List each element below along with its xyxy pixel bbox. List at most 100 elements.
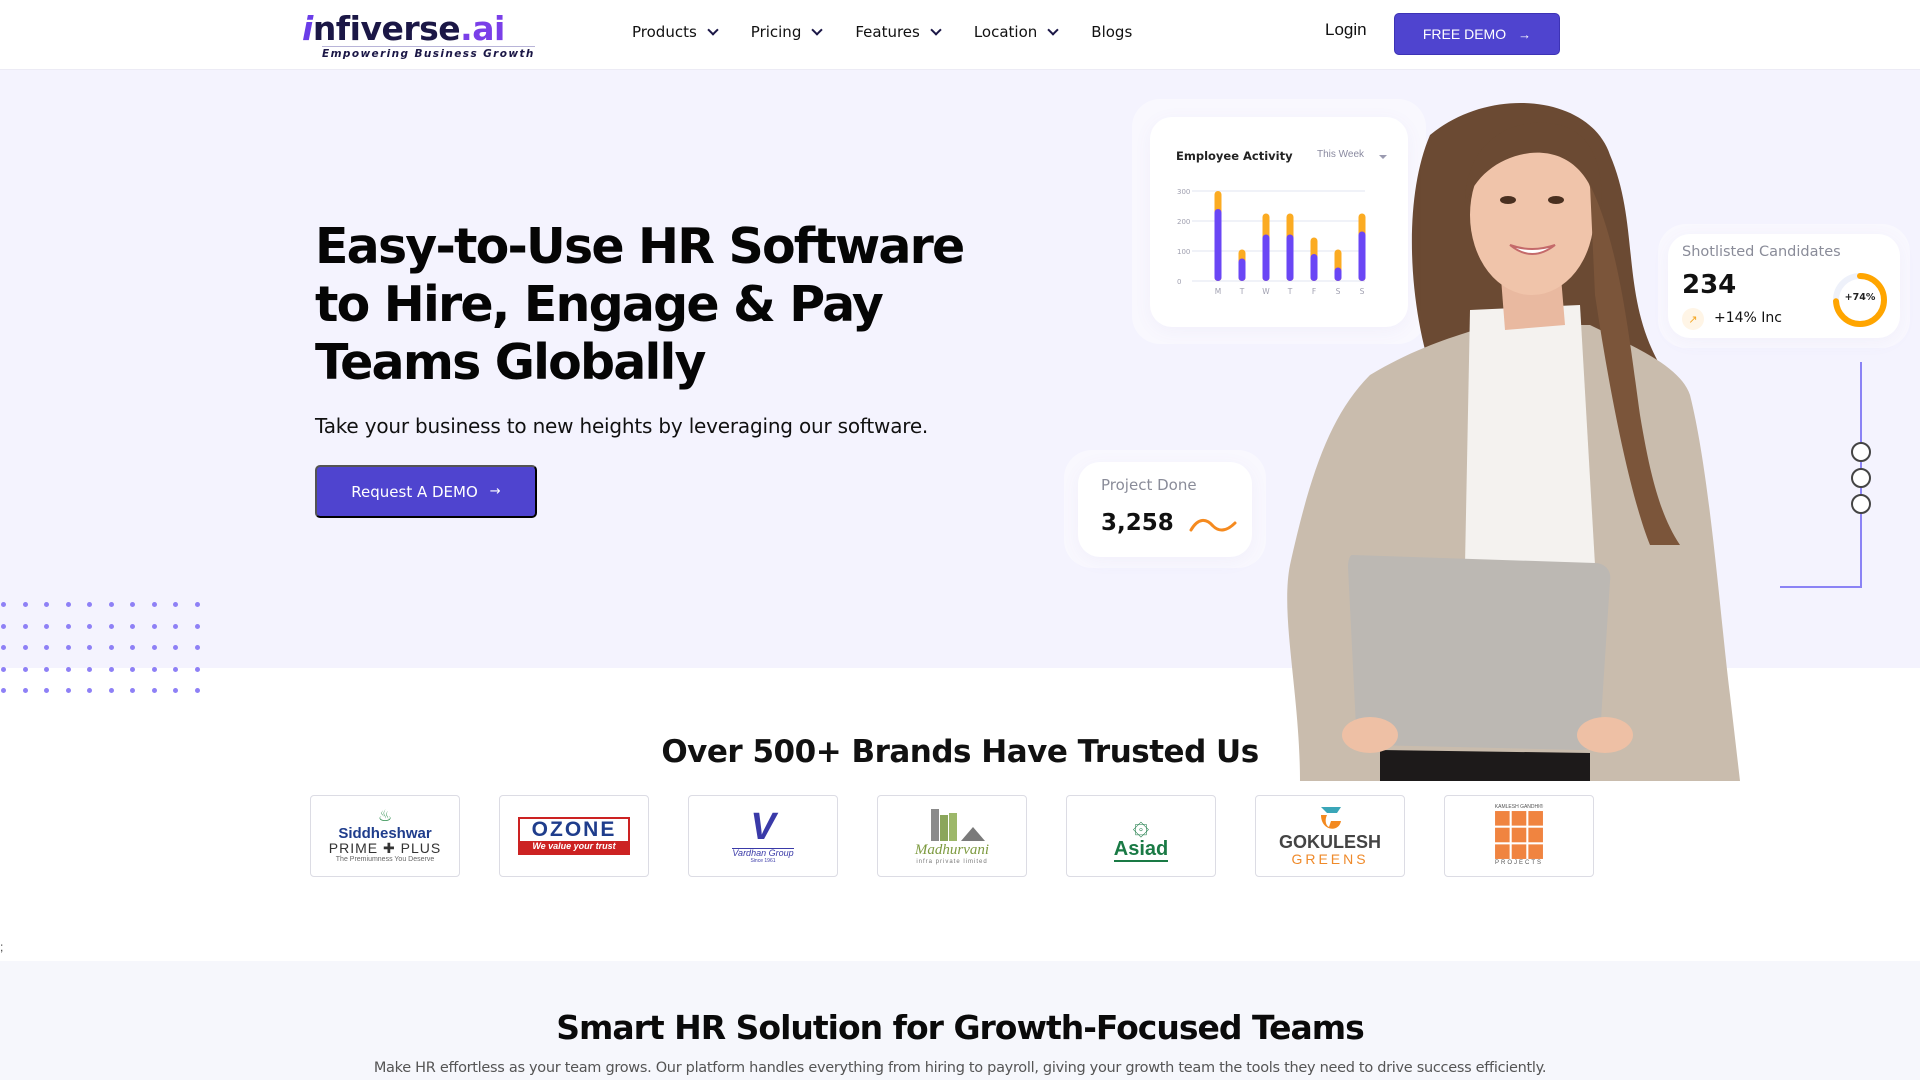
ozone-frame: OZONE We value your trust <box>518 817 630 855</box>
decorative-dot <box>22 602 28 607</box>
x-tick-label: F <box>1312 287 1316 296</box>
decorative-dot <box>87 623 92 629</box>
decorative-dot <box>87 688 92 693</box>
decorative-dot <box>65 602 71 607</box>
decorative-dot <box>151 645 157 650</box>
step-indicator-2[interactable] <box>1851 468 1871 488</box>
brand-logo-ozone[interactable]: OZONE We value your trust <box>499 795 649 877</box>
bar-primary <box>1238 258 1246 281</box>
step-indicator-3[interactable] <box>1851 494 1871 514</box>
x-tick-label: W <box>1262 287 1270 296</box>
decorative-dot <box>173 666 178 672</box>
request-demo-button[interactable]: Request A DEMO → <box>315 465 537 518</box>
chevron-down-icon <box>930 23 942 36</box>
x-tick-label: M <box>1215 287 1221 296</box>
nav-label: Products <box>632 23 697 41</box>
decorative-dot <box>130 623 135 629</box>
bar-primary <box>1358 231 1366 281</box>
decorative-dot <box>22 688 28 693</box>
project-value: 3,258 <box>1101 510 1174 536</box>
decorative-dot <box>151 666 157 672</box>
nav-pricing[interactable]: Pricing <box>750 23 824 41</box>
brand-text: Asiad <box>1113 838 1169 863</box>
decorative-dot <box>1 645 6 650</box>
brand-logo-madhurvani[interactable]: Madhurvani infra private limited <box>877 795 1027 877</box>
decorative-dot <box>173 623 178 629</box>
smart-hr-subtitle: Make HR effortless as your team grows. O… <box>373 1060 1547 1076</box>
brand-logo-siddheshwar[interactable]: ♨ Siddheshwar PRIME ✚ PLUS The Premiumne… <box>310 795 460 877</box>
nav-blogs[interactable]: Blogs <box>1091 23 1132 41</box>
brand-text: OZONE <box>531 818 617 842</box>
chevron-down-icon <box>811 23 824 36</box>
hero-title: Easy-to-Use HR Software to Hire, Engage … <box>315 218 965 391</box>
smart-hr-title: Smart HR Solution for Growth-Focused Tea… <box>556 1008 1365 1047</box>
decorative-dot <box>22 623 28 629</box>
decorative-dot <box>194 666 200 672</box>
site-header: infiverse.ai Empowering Business Growth … <box>0 0 1920 70</box>
decorative-dot <box>130 645 135 650</box>
gokulesh-mark-icon <box>1321 807 1341 829</box>
decorative-dot <box>151 688 157 693</box>
decorative-dot <box>1 623 6 629</box>
bar-primary <box>1286 234 1294 281</box>
candidates-label: Shotlisted Candidates <box>1682 244 1841 260</box>
logo[interactable]: infiverse.ai Empowering Business Growth <box>302 9 535 60</box>
decorative-dot <box>130 688 135 693</box>
y-tick-label: 200 <box>1177 218 1190 226</box>
bar-primary <box>1262 234 1270 281</box>
decorative-dot <box>44 602 49 607</box>
brand-text: Madhurvani <box>914 841 990 858</box>
bar-primary <box>1214 209 1222 281</box>
chevron-down-icon <box>707 23 719 36</box>
x-tick-label: T <box>1239 287 1245 296</box>
decorative-dot <box>65 688 71 693</box>
x-tick-label: T <box>1287 287 1293 296</box>
candidates-value: 234 <box>1682 270 1737 300</box>
brand-logo-kamlesh-gandhi[interactable]: KAMLESH GANDHI® PROJECTS <box>1444 795 1594 877</box>
trend-up-icon: ↗ <box>1682 308 1704 330</box>
brand-logo-vardhan[interactable]: V Vardhan Group Since 1961 <box>688 795 838 877</box>
decorative-dot <box>1 602 6 607</box>
decorative-dot <box>44 688 49 693</box>
decorative-dot <box>173 602 178 607</box>
nav-products[interactable]: Products <box>632 23 719 41</box>
candidates-trend: +14% Inc <box>1714 310 1782 326</box>
login-link[interactable]: Login <box>1325 20 1367 40</box>
decorative-dot <box>65 666 71 672</box>
brand-logo-asiad[interactable]: ۞ Asiad <box>1066 795 1216 877</box>
shortlisted-candidates-card: Shotlisted Candidates 234 ↗ +14% Inc +74… <box>1668 234 1900 338</box>
decorative-dot-grid <box>0 600 220 700</box>
decorative-dot <box>44 666 49 672</box>
decorative-dot <box>1 666 6 672</box>
calligraphy-icon: ۞ <box>1132 808 1150 840</box>
chevron-down-icon <box>1047 23 1059 36</box>
nav-label: Pricing <box>750 23 802 41</box>
decorative-dot <box>65 645 71 650</box>
brand-text: We value your trust <box>520 841 628 853</box>
buildings-icon <box>931 808 985 841</box>
nav-features[interactable]: Features <box>855 23 942 41</box>
decorative-dot <box>44 645 49 650</box>
decorative-dot <box>151 602 157 607</box>
decorative-dot <box>194 688 200 693</box>
free-demo-button[interactable]: FREE DEMO → <box>1394 13 1560 55</box>
brand-text: PROJECTS <box>1494 860 1543 867</box>
brand-text: Siddheshwar <box>338 824 432 842</box>
shirt-shape <box>1465 305 1595 565</box>
brand-text: V <box>750 806 776 849</box>
decorative-dot <box>108 688 114 693</box>
main-nav: Products Pricing Features Location Blogs <box>632 23 1166 41</box>
decorative-dot <box>130 602 135 607</box>
brand-logo-gokulesh[interactable]: GOKULESH GREENS <box>1255 795 1405 877</box>
decorative-dot <box>108 602 114 607</box>
decorative-dot <box>130 666 135 672</box>
free-demo-label: FREE DEMO <box>1422 26 1507 42</box>
logo-wordmark: infiverse.ai <box>302 9 505 48</box>
project-done-card: Project Done 3,258 <box>1078 462 1252 557</box>
step-indicator-1[interactable] <box>1851 442 1871 462</box>
project-label: Project Done <box>1101 476 1197 494</box>
laptop-shape <box>1348 555 1611 750</box>
x-tick-label: S <box>1360 287 1365 296</box>
nav-location[interactable]: Location <box>974 23 1059 41</box>
arrow-right-icon: → <box>489 484 501 499</box>
